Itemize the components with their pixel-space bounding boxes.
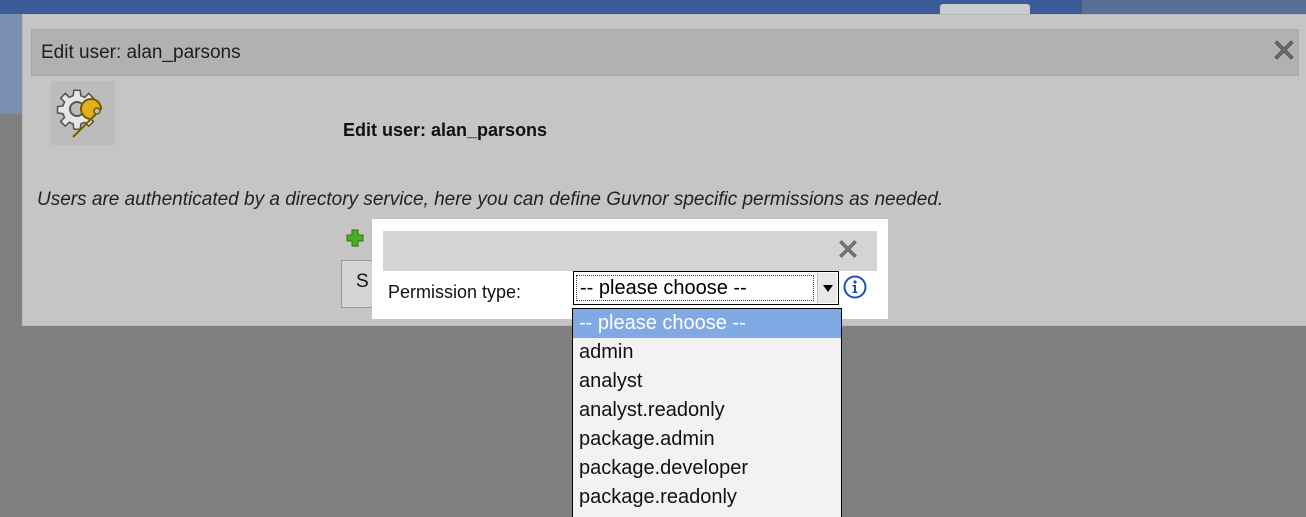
authentication-note: Users are authenticated by a directory s… [37, 189, 944, 210]
permission-popup-title-bar[interactable] [383, 231, 877, 271]
option-package-admin[interactable]: package.admin [573, 425, 841, 454]
page-heading: Edit user: alan_parsons [343, 120, 548, 140]
background-header-strip [1082, 0, 1306, 14]
close-icon[interactable] [837, 238, 859, 260]
option-package-readonly[interactable]: package.readonly [573, 483, 841, 512]
option-analyst[interactable]: analyst [573, 367, 841, 396]
option-please-choose[interactable]: -- please choose -- [573, 309, 841, 338]
dialog-title-bar[interactable]: Edit user: alan_parsons [31, 29, 1299, 76]
chevron-down-icon[interactable] [817, 273, 837, 303]
option-admin[interactable]: admin [573, 338, 841, 367]
permission-popup: Permission type: -- please choose -- [372, 219, 888, 319]
background-left-panel [0, 14, 22, 114]
close-icon[interactable] [1272, 38, 1296, 62]
info-icon[interactable] [843, 275, 867, 299]
option-package-developer[interactable]: package.developer [573, 454, 841, 483]
dialog-title: Edit user: alan_parsons [41, 42, 241, 63]
permission-type-select[interactable]: -- please choose -- [573, 271, 839, 305]
option-analyst-readonly[interactable]: analyst.readonly [573, 396, 841, 425]
background-header-bar [0, 0, 1306, 14]
background-tab [940, 4, 1030, 14]
permission-type-label: Permission type: [388, 282, 522, 302]
permission-type-options-list[interactable]: -- please choose -- admin analyst analys… [572, 308, 842, 517]
gear-wrench-icon [51, 81, 115, 145]
permission-type-selected-value: -- please choose -- [580, 277, 747, 299]
plus-icon[interactable] [346, 229, 364, 247]
save-button-label: S [356, 271, 369, 292]
